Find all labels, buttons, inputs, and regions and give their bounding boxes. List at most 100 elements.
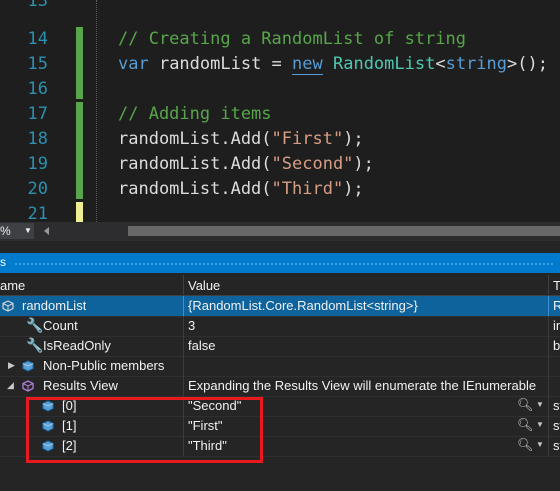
- saved-changes-marker: [76, 27, 83, 99]
- column-divider: [548, 296, 549, 316]
- column-divider: [548, 316, 549, 336]
- scroll-left-icon[interactable]: [44, 227, 49, 235]
- column-divider: [183, 376, 184, 396]
- column-divider: [548, 356, 549, 376]
- wrench-icon: 🔧: [26, 317, 44, 333]
- column-divider: [548, 336, 549, 356]
- variable-name: Results View: [43, 378, 118, 393]
- line-number: 14: [27, 29, 48, 49]
- variable-type: st: [553, 398, 560, 413]
- column-divider[interactable]: [183, 275, 184, 295]
- title-grip: [14, 262, 554, 266]
- string-literal: "Third": [271, 179, 344, 199]
- variable-value: false: [188, 338, 216, 353]
- column-divider: [548, 436, 549, 456]
- keyword: var: [118, 54, 149, 74]
- line-number: 20: [27, 179, 48, 199]
- saved-changes-marker: [76, 102, 83, 199]
- line-number: 13: [27, 0, 48, 11]
- variable-row-non-public-members[interactable]: ▶ Non-Public members: [0, 356, 560, 377]
- identifier: randomList =: [148, 54, 293, 74]
- wrench-icon: 🔧: [26, 337, 44, 353]
- code-line-18[interactable]: randomList.Add("First");: [118, 127, 364, 152]
- identifier: randomList.Add(: [118, 154, 272, 174]
- code-line-14[interactable]: // Creating a RandomList of string: [118, 27, 466, 52]
- magnifier-icon[interactable]: 🔍︎: [517, 397, 534, 413]
- results-view-icon: [22, 380, 34, 392]
- string-literal: "First": [271, 129, 344, 149]
- dropdown-arrow-icon: ▼: [24, 226, 32, 235]
- string-literal: "Second": [271, 154, 354, 174]
- collapse-arrow-icon[interactable]: ◢: [7, 380, 14, 391]
- column-divider[interactable]: [548, 275, 549, 295]
- variable-name: IsReadOnly: [43, 338, 111, 353]
- code-line-19[interactable]: randomList.Add("Second");: [118, 152, 374, 177]
- column-divider: [548, 376, 549, 396]
- panel-title: s: [0, 255, 6, 269]
- dropdown-arrow-icon[interactable]: ▼: [536, 440, 544, 449]
- identifier: randomList.Add(: [118, 179, 272, 199]
- punctuation: );: [353, 154, 374, 174]
- keyword: string: [445, 54, 508, 74]
- variable-type: st: [553, 438, 560, 453]
- line-number: 17: [27, 104, 48, 124]
- horizontal-scrollbar-thumb[interactable]: [128, 226, 560, 236]
- column-divider: [183, 316, 184, 336]
- variable-value: 3: [188, 318, 196, 333]
- line-number: 16: [27, 79, 48, 99]
- code-line-17[interactable]: // Adding items: [118, 102, 272, 127]
- variable-type: b: [553, 338, 560, 353]
- field-icon: [22, 360, 34, 372]
- line-number: 21: [27, 204, 48, 222]
- column-divider: [548, 396, 549, 416]
- variable-row-isreadonly[interactable]: 🔧 IsReadOnly false b: [0, 336, 560, 357]
- variable-row-count[interactable]: 🔧 Count 3 in: [0, 316, 560, 337]
- variable-name: Non-Public members: [43, 358, 165, 373]
- column-header-name[interactable]: ame: [0, 278, 25, 293]
- column-divider: [183, 336, 184, 356]
- variable-type: st: [553, 418, 560, 433]
- variable-name: randomList: [22, 298, 87, 313]
- variable-value: Expanding the Results View will enumerat…: [188, 378, 537, 393]
- comment: // Adding items: [118, 104, 272, 124]
- code-editor[interactable]: 13 14 15 16 17 18 19 20 21 // Creating a…: [0, 0, 560, 222]
- dropdown-arrow-icon[interactable]: ▼: [536, 400, 544, 409]
- dropdown-arrow-icon[interactable]: ▼: [536, 420, 544, 429]
- unsaved-changes-marker: [76, 202, 83, 222]
- variable-row-results-view[interactable]: ◢ Results View Expanding the Results Vie…: [0, 376, 560, 397]
- line-number: 15: [27, 54, 48, 74]
- keyword: new: [292, 54, 323, 75]
- variable-row-randomlist[interactable]: randomList {RandomList.Core.RandomList<s…: [0, 296, 560, 317]
- column-divider: [548, 416, 549, 436]
- identifier: randomList.Add(: [118, 129, 272, 149]
- zoom-level: %: [0, 224, 11, 238]
- column-header-row: ame Value T: [0, 275, 560, 296]
- code-line-20[interactable]: randomList.Add("Third");: [118, 177, 364, 202]
- variable-name: Count: [43, 318, 78, 333]
- zoom-dropdown[interactable]: % ▼: [0, 223, 34, 239]
- variable-type: in: [553, 318, 560, 333]
- magnifier-icon[interactable]: 🔍︎: [517, 417, 534, 433]
- local-variable-icon: [2, 300, 14, 312]
- indent-guide: [96, 0, 97, 222]
- highlight-annotation-box: [26, 397, 263, 463]
- punctuation: >();: [507, 54, 548, 74]
- punctuation: );: [343, 179, 364, 199]
- column-header-value[interactable]: Value: [188, 278, 220, 293]
- editor-bottom-bar: % ▼: [0, 222, 560, 241]
- column-header-type[interactable]: T: [553, 278, 560, 293]
- line-number: 19: [27, 154, 48, 174]
- variable-type: R: [553, 298, 560, 313]
- expand-arrow-icon[interactable]: ▶: [8, 360, 15, 371]
- column-divider: [183, 296, 184, 316]
- variable-value: {RandomList.Core.RandomList<string>}: [188, 298, 418, 313]
- punctuation: <: [435, 54, 446, 74]
- type-name: RandomList: [332, 54, 436, 74]
- magnifier-icon[interactable]: 🔍︎: [517, 437, 534, 453]
- column-divider: [183, 356, 184, 376]
- panel-title-bar[interactable]: s: [0, 253, 560, 273]
- line-number: 18: [27, 129, 48, 149]
- code-line-15[interactable]: var randomList = new RandomList<string>(…: [118, 52, 548, 77]
- comment: // Creating a RandomList of string: [118, 29, 466, 49]
